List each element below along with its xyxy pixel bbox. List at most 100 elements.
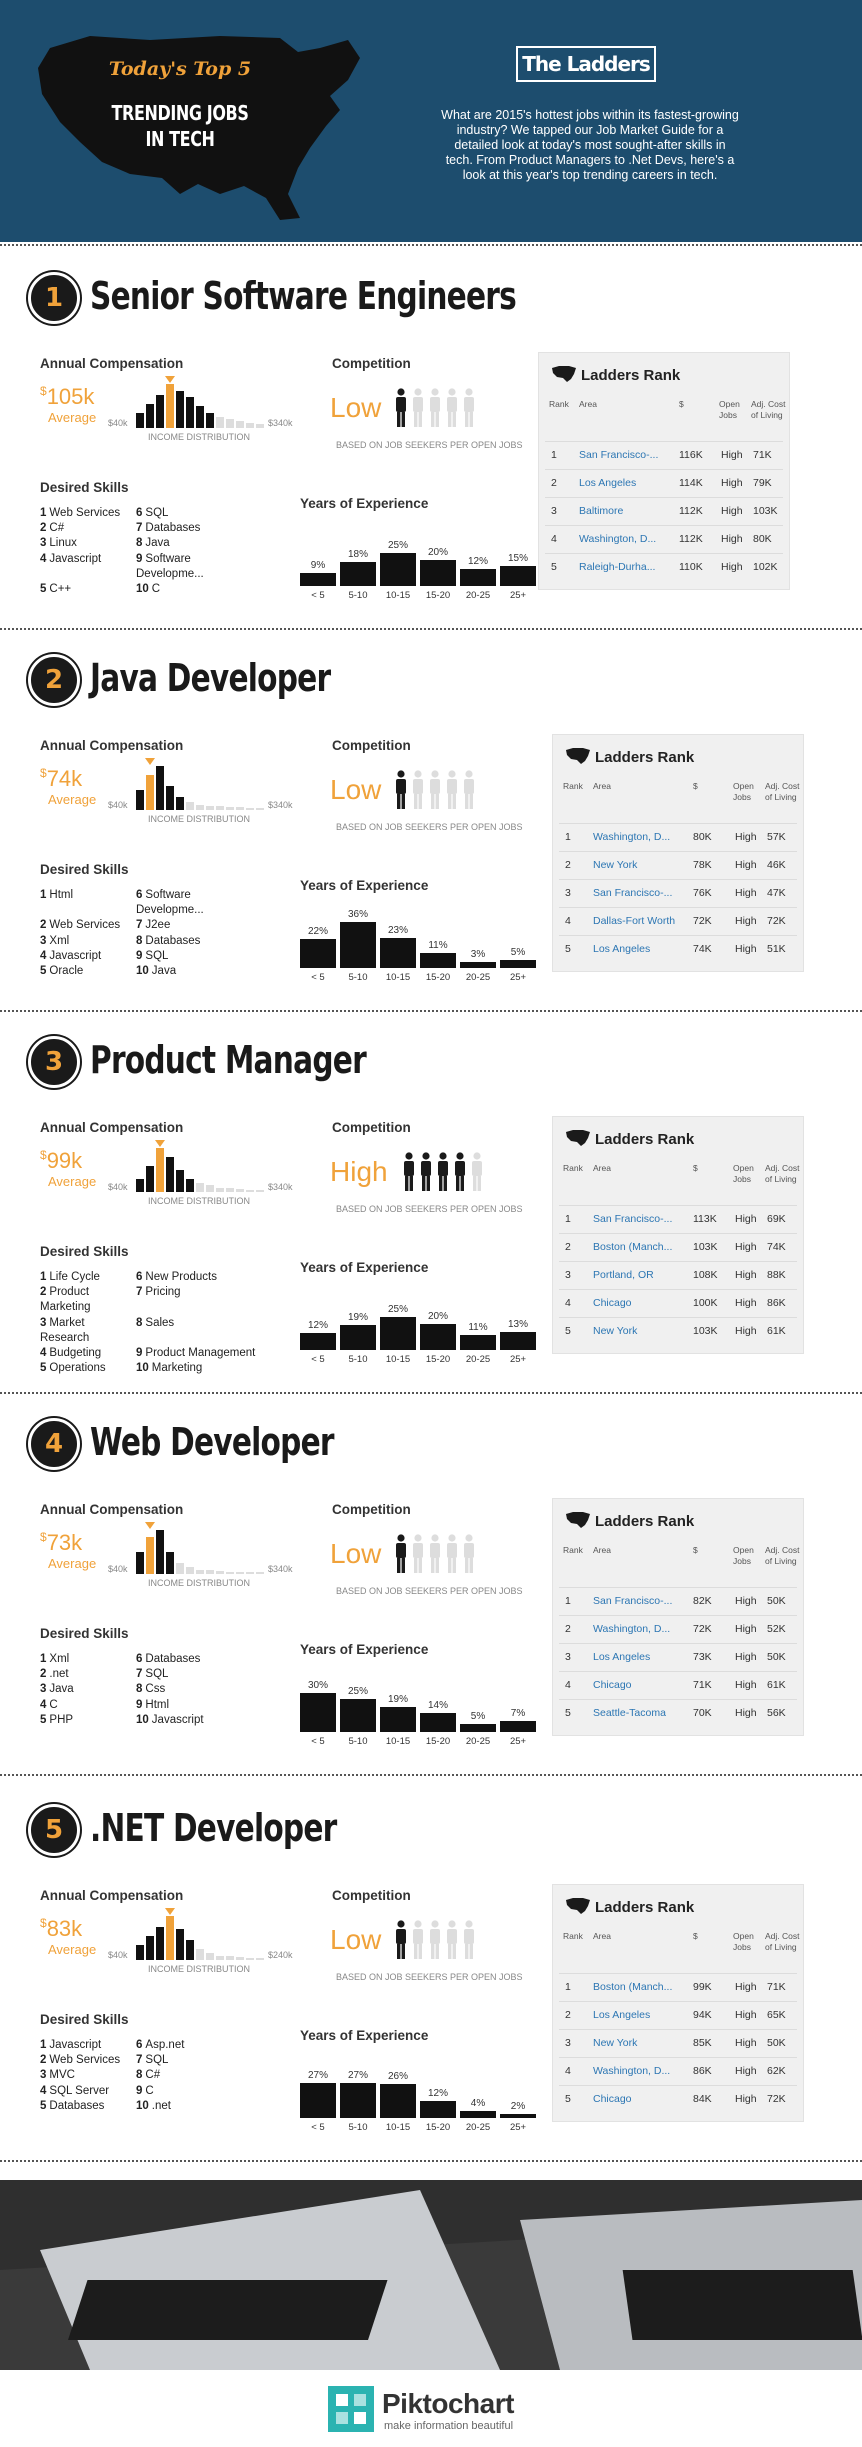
rank-area-link[interactable]: Seattle-Tacoma bbox=[593, 1707, 677, 1719]
experience-category: 10-15 bbox=[385, 2122, 411, 2133]
income-bar bbox=[166, 1157, 174, 1192]
skill-item: 2 Product Marketing bbox=[40, 1285, 136, 1315]
experience-column: 12% bbox=[300, 1290, 336, 1350]
skill-rank: 6 bbox=[136, 889, 143, 901]
rank-row-divider bbox=[559, 879, 797, 880]
income-bar bbox=[146, 404, 154, 428]
skill-name: Html bbox=[49, 889, 74, 901]
person-icon bbox=[462, 1534, 476, 1579]
rank-area-link[interactable]: New York bbox=[593, 2037, 677, 2049]
rank-cell: 3 bbox=[565, 1651, 571, 1663]
skill-name: Databases bbox=[49, 2099, 105, 2112]
experience-bar bbox=[340, 922, 376, 968]
experience-percent: 30% bbox=[307, 1680, 328, 1691]
rank-area-link[interactable]: Los Angeles bbox=[593, 943, 677, 955]
income-bar bbox=[206, 1185, 214, 1192]
competition-label: Competition bbox=[332, 1888, 411, 1903]
ladders-rank-table: Ladders Rank Rank Area $ Open Jobs Adj. Cost … bbox=[552, 1116, 804, 1354]
skill-name: C# bbox=[145, 2069, 161, 2082]
rank-cell: 1 bbox=[551, 449, 557, 461]
rank-cell: 65K bbox=[767, 2009, 786, 2021]
skill-name: Operations bbox=[49, 1362, 106, 1375]
rank-area-link[interactable]: Baltimore bbox=[579, 505, 663, 517]
skill-rank: 9 bbox=[136, 552, 143, 565]
income-bar bbox=[186, 397, 194, 428]
rank-cell: High bbox=[735, 1595, 757, 1607]
rank-column-header: Adj. Cost of Living bbox=[751, 399, 786, 420]
experience-category: < 5 bbox=[311, 1354, 325, 1365]
experience-percent: 11% bbox=[468, 1322, 488, 1333]
skill-name: Databases bbox=[145, 934, 201, 947]
skill-rank: 7 bbox=[136, 1668, 143, 1681]
income-bar bbox=[256, 424, 264, 428]
rank-area-link[interactable]: Dallas-Fort Worth bbox=[593, 915, 677, 927]
person-icon bbox=[445, 1920, 459, 1965]
rank-area-link[interactable]: Chicago bbox=[593, 2093, 677, 2105]
rank-area-link[interactable]: Los Angeles bbox=[593, 2009, 677, 2021]
rank-area-link[interactable]: Raleigh-Durha... bbox=[579, 561, 663, 573]
rank-cell: 110K bbox=[679, 561, 703, 573]
rank-column-header: Open Jobs bbox=[733, 1163, 754, 1184]
experience-category: 20-25 bbox=[465, 590, 491, 601]
skill-item: 1 Life Cycle bbox=[40, 1270, 136, 1285]
median-marker-icon bbox=[145, 1522, 155, 1529]
person-icon bbox=[411, 1920, 425, 1965]
job-number-badge: 3 bbox=[28, 1036, 80, 1088]
rank-area-link[interactable]: Chicago bbox=[593, 1297, 677, 1309]
experience-category: 20-25 bbox=[465, 972, 491, 983]
rank-area-link[interactable]: Boston (Manch... bbox=[593, 1981, 677, 1993]
skill-rank: 4 bbox=[40, 1698, 47, 1711]
income-bar bbox=[186, 1940, 194, 1960]
rank-area-link[interactable]: San Francisco-... bbox=[593, 1595, 677, 1607]
rank-cell: 50K bbox=[767, 2037, 786, 2049]
rank-area-link[interactable]: San Francisco-... bbox=[579, 449, 663, 461]
skill-item: 7 SQL bbox=[136, 2053, 256, 2068]
rank-area-link[interactable]: Boston (Manch... bbox=[593, 1241, 677, 1253]
rank-area-link[interactable]: Chicago bbox=[593, 1679, 677, 1691]
rank-area-link[interactable]: New York bbox=[593, 1325, 677, 1337]
person-icon bbox=[394, 770, 408, 815]
section-separator bbox=[0, 1774, 862, 1776]
rank-row-divider bbox=[559, 823, 797, 824]
experience-column: 36% bbox=[340, 908, 376, 968]
desired-skills-label: Desired Skills bbox=[40, 480, 129, 495]
rank-area-link[interactable]: San Francisco-... bbox=[593, 1213, 677, 1225]
skill-name: SQL bbox=[145, 1668, 169, 1681]
income-bar bbox=[136, 1179, 144, 1192]
rank-area-link[interactable]: San Francisco-... bbox=[593, 887, 677, 899]
rank-column-header: Adj. Cost of Living bbox=[765, 1545, 800, 1566]
person-icon bbox=[411, 770, 425, 815]
rank-area-link[interactable]: Washington, D... bbox=[593, 831, 677, 843]
ladders-rank-title: Ladders Rank bbox=[595, 1131, 695, 1148]
annual-compensation-label: Annual Compensation bbox=[40, 1502, 184, 1517]
competition-level: Low bbox=[330, 1924, 382, 1955]
rank-cell: 74K bbox=[767, 1241, 786, 1253]
rank-area-link[interactable]: Los Angeles bbox=[579, 477, 663, 489]
skill-name: C++ bbox=[49, 583, 72, 596]
skill-rank: 4 bbox=[40, 1347, 47, 1360]
intro-text: What are 2015's hottest jobs within its … bbox=[441, 108, 739, 182]
skill-item: 2 Web Services bbox=[40, 918, 136, 933]
rank-column-header: $ bbox=[693, 781, 698, 791]
rank-cell: 102K bbox=[753, 561, 778, 573]
rank-area-link[interactable]: Washington, D... bbox=[579, 533, 663, 545]
income-bar bbox=[226, 1188, 234, 1192]
income-bar bbox=[176, 797, 184, 810]
rank-area-link[interactable]: Los Angeles bbox=[593, 1651, 677, 1663]
person-icon bbox=[411, 388, 425, 433]
rank-row-divider bbox=[545, 469, 783, 470]
piktochart-badge[interactable]: Piktochart make information beautiful bbox=[328, 2386, 548, 2436]
skill-rank: 3 bbox=[40, 1683, 47, 1696]
rank-cell: High bbox=[735, 2093, 757, 2105]
rank-area-link[interactable]: Portland, OR bbox=[593, 1269, 677, 1281]
skills-list: 1 Web Services 6 SQL 2 C# 7 Databases 3 Linux 8 Jav… bbox=[40, 506, 256, 597]
rank-area-link[interactable]: Washington, D... bbox=[593, 2065, 677, 2077]
rank-cell: 5 bbox=[565, 1707, 571, 1719]
experience-bar bbox=[300, 573, 336, 586]
rank-area-link[interactable]: Washington, D... bbox=[593, 1623, 677, 1635]
rank-cell: 1 bbox=[565, 1981, 571, 1993]
experience-bar bbox=[380, 2084, 416, 2118]
rank-area-link[interactable]: New York bbox=[593, 859, 677, 871]
rank-column-header: Open Jobs bbox=[733, 1931, 754, 1952]
rank-cell: 1 bbox=[565, 831, 571, 843]
